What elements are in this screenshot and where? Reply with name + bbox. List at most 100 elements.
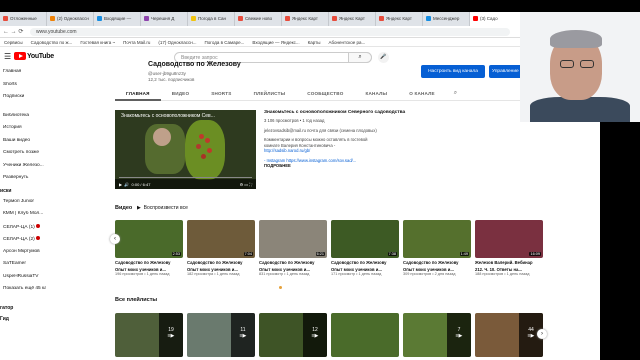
playlist-thumbnail[interactable] xyxy=(331,313,399,357)
description-line[interactable]: ПОДРОБНЕЕ xyxy=(264,163,414,169)
sidebar-footer-item[interactable]: гатор xyxy=(0,305,46,316)
playlist-thumbnail[interactable]: 7 ≡▶ xyxy=(403,313,471,357)
video-thumbnail[interactable]: 1:49 xyxy=(403,220,471,258)
playlist-card[interactable]: 19 ≡▶ xyxy=(115,313,183,357)
sidebar-subscription[interactable]: SaTEamer xyxy=(0,261,46,274)
bookmark-item[interactable]: Погода в Самаре... xyxy=(205,40,245,45)
bookmark-item[interactable]: Входящие — Яндекс... xyxy=(252,40,299,45)
bookmark-item[interactable]: Садоводство по ж... xyxy=(31,40,73,45)
video-title[interactable]: Садоводство по Железову xyxy=(259,260,327,265)
channel-tab[interactable]: SHORTS xyxy=(200,89,242,101)
play-all-button[interactable]: ▶ Воспроизвести все xyxy=(137,205,188,211)
sidebar-subscription[interactable]: Показать ещё 45 ка... xyxy=(0,286,46,299)
browser-tab[interactable]: Яндекс Карт xyxy=(282,12,329,26)
sidebar-subscription[interactable]: СЕЛАР-ЦА (2) xyxy=(0,236,46,249)
sidebar-subscription[interactable]: UspeHRussiaTV xyxy=(0,274,46,287)
youtube-logo[interactable]: YouTube xyxy=(14,52,54,60)
tab-label: Мессенджер xyxy=(433,16,460,21)
video-thumbnail[interactable]: 7:04 xyxy=(187,220,255,258)
sidebar-subscription[interactable]: СЕЛАР-ЦА (1) xyxy=(0,223,46,237)
video-title[interactable]: Садоводство по Железову xyxy=(187,260,255,265)
video-duration: 7:38 xyxy=(387,252,397,256)
sidebar-subscription[interactable]: Арсон Мкртумов xyxy=(0,249,46,262)
sidebar-subscription[interactable]: Термоп Junior xyxy=(0,199,46,212)
channel-tab[interactable]: ГЛАВНАЯ xyxy=(115,89,161,101)
play-icon[interactable]: ▶ xyxy=(119,182,122,187)
featured-video-player[interactable]: Знакомьтесь с основоположником Сев... ▶ … xyxy=(115,110,256,189)
playlists-section-title[interactable]: Все плейлисты xyxy=(115,297,157,303)
videos-section-title[interactable]: Видео xyxy=(115,205,132,211)
browser-tab[interactable]: Отложенные xyxy=(0,12,47,26)
player-progress-bar[interactable] xyxy=(119,177,252,178)
bookmark-item[interactable]: Гостевая книга ~ xyxy=(80,40,115,45)
browser-tab[interactable]: Мессенджер xyxy=(423,12,470,26)
url-field[interactable]: www.youtube.com xyxy=(30,28,510,36)
bookmark-item[interactable]: Сервисы xyxy=(4,40,23,45)
playlist-thumbnail[interactable]: 12 ≡▶ xyxy=(259,313,327,357)
browser-tab[interactable]: Входящие — xyxy=(94,12,141,26)
playlist-card[interactable]: 12 ≡▶ xyxy=(259,313,327,357)
scroll-right-icon[interactable]: › xyxy=(537,329,547,339)
nav-buttons-icon[interactable]: ← → ⟳ xyxy=(3,28,23,35)
video-title[interactable]: Садоводство по Железову xyxy=(403,260,471,265)
bookmark-item[interactable]: Карты xyxy=(308,40,321,45)
video-title[interactable]: Садоводство по Железову xyxy=(115,260,183,265)
browser-tab[interactable]: Свежие ново xyxy=(235,12,282,26)
video-title[interactable]: Садоводство по Железову xyxy=(331,260,399,265)
video-card[interactable]: 7:04 Садоводство по Железову Опыт моих уче… xyxy=(187,220,255,276)
bookmark-item[interactable]: Абонентское ра... xyxy=(328,40,365,45)
search-icon[interactable]: ⌕ xyxy=(348,52,372,63)
playlist-card[interactable]: 7 ≡▶ xyxy=(403,313,471,357)
browser-tab[interactable]: Погода в Сан xyxy=(188,12,235,26)
playlist-card[interactable]: 44 ≡▶ xyxy=(475,313,543,357)
sidebar-item[interactable]: Смотреть позже xyxy=(0,150,46,163)
video-thumbnail[interactable]: 7:38 xyxy=(331,220,399,258)
browser-tab[interactable]: Черешня Д xyxy=(141,12,188,26)
volume-icon[interactable]: 🔊 xyxy=(124,182,129,187)
bookmark-item[interactable]: (17) Одноклассн... xyxy=(158,40,196,45)
video-thumbnail[interactable]: 2:53 xyxy=(115,220,183,258)
sidebar-item[interactable]: Shorts xyxy=(0,82,46,95)
microphone-icon[interactable]: 🎤 xyxy=(378,52,389,63)
menu-icon[interactable]: ☰ xyxy=(4,52,11,61)
browser-tab[interactable]: Яндекс Карт xyxy=(376,12,423,26)
playlist-thumbnail[interactable]: 19 ≡▶ xyxy=(115,313,183,357)
sidebar-item[interactable]: Ваши видео xyxy=(0,138,46,151)
video-card[interactable]: 6:21 Садоводство по Железову Опыт моих уче… xyxy=(259,220,327,276)
sidebar-item[interactable]: Подписки xyxy=(0,94,46,107)
sidebar-item[interactable]: Ученики Железо... xyxy=(0,163,46,176)
video-meta: 831 просмотр • 1 день назад xyxy=(259,272,310,276)
video-title[interactable]: Железов Валерий. Вебинар xyxy=(475,260,543,265)
video-thumbnail[interactable]: 16:09 xyxy=(475,220,543,258)
playlist-thumbnail[interactable]: 44 ≡▶ xyxy=(475,313,543,357)
video-thumbnail[interactable]: 6:21 xyxy=(259,220,327,258)
channel-tab[interactable]: КАНАЛЫ xyxy=(354,89,398,101)
channel-tab[interactable]: О КАНАЛЕ xyxy=(398,89,446,101)
sidebar-footer-item[interactable]: Гид xyxy=(0,316,46,327)
browser-tab[interactable]: (2) Одноклассн xyxy=(47,12,94,26)
playlist-card[interactable] xyxy=(331,313,399,357)
customize-channel-button[interactable]: Настроить вид канала xyxy=(421,65,485,78)
scroll-left-icon[interactable]: ‹ xyxy=(110,234,120,244)
sidebar-item[interactable]: История xyxy=(0,125,46,138)
browser-tab[interactable]: Яндекс Карт xyxy=(329,12,376,26)
channel-tab[interactable]: ПЛЕЙЛИСТЫ xyxy=(243,89,297,101)
video-card[interactable]: 16:09 Железов Валерий. Вебинар 212. Ч. 10.… xyxy=(475,220,543,276)
manage-videos-button[interactable]: Управление видео xyxy=(489,65,524,78)
channel-tab[interactable]: ВИДЕО xyxy=(161,89,201,101)
playlist-thumbnail[interactable]: 11 ≡▶ xyxy=(187,313,255,357)
sidebar-item[interactable]: Развернуть xyxy=(0,175,46,188)
channel-search-icon[interactable]: ⌕ xyxy=(446,89,465,100)
video-card[interactable]: 7:38 Садоводство по Железову Опыт моих уче… xyxy=(331,220,399,276)
sidebar-item[interactable]: Главная xyxy=(0,69,46,82)
fullscreen-icon[interactable]: ⚙ ▭ ⛶ xyxy=(240,182,252,187)
bookmark-item[interactable]: Почта Mail.ru xyxy=(123,40,150,45)
video-card[interactable]: 2:53 Садоводство по Железову Опыт моих уче… xyxy=(115,220,183,276)
channel-tab[interactable]: СООБЩЕСТВО xyxy=(296,89,354,101)
playlist-card[interactable]: 11 ≡▶ xyxy=(187,313,255,357)
sidebar-subscription[interactable]: КММ | Клуб Мол... xyxy=(0,211,46,224)
featured-title[interactable]: Знакомьтесь с основоположником Северного… xyxy=(264,110,414,115)
video-card[interactable]: 1:49 Садоводство по Железову Опыт моих уче… xyxy=(403,220,471,276)
browser-tab[interactable]: (3) Садо xyxy=(470,12,520,26)
sidebar-item[interactable]: Библиотека xyxy=(0,113,46,126)
